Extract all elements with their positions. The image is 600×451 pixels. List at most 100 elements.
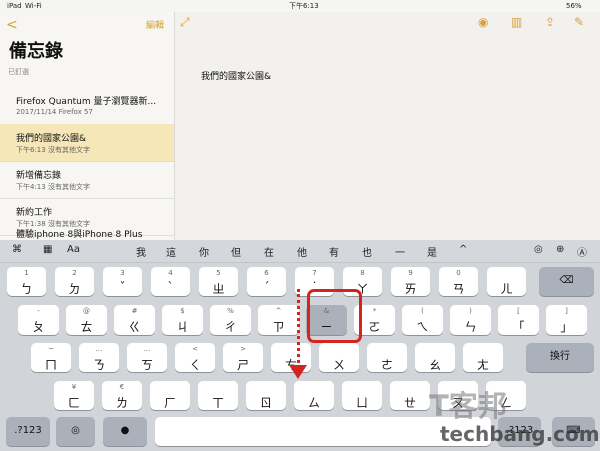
- key-secondary-label: %: [227, 307, 234, 315]
- command-icon[interactable]: ⌘: [12, 244, 22, 255]
- delete-key[interactable]: ⌫: [539, 267, 594, 296]
- note-subtitle: 下午6:13 沒有其他文字: [16, 146, 90, 154]
- candidate-word[interactable]: 一: [395, 244, 405, 259]
- key-label: ˋ: [167, 280, 174, 294]
- note-item[interactable]: 體驗iphone 8與iPhone 8 Plus: [0, 225, 174, 240]
- key-secondary-label: 1: [24, 269, 29, 277]
- zhuyin-key[interactable]: 2ㄉ: [55, 267, 94, 296]
- candidate-word[interactable]: 他: [297, 244, 307, 259]
- note-item-selected[interactable]: 我們的國家公園& 下午6:13 沒有其他文字: [0, 124, 174, 162]
- zhuyin-key[interactable]: ㄏ: [150, 381, 190, 410]
- zhuyin-key[interactable]: … ㄋ: [79, 343, 119, 372]
- plus-icon[interactable]: ⊕: [556, 244, 564, 255]
- key-label: ㄞ: [404, 282, 417, 296]
- trash-icon[interactable]: ▥: [511, 15, 522, 29]
- fullscreen-icon[interactable]: ⤢: [180, 15, 190, 30]
- zhuyin-key[interactable]: -ㄆ: [18, 305, 59, 335]
- zhuyin-key[interactable]: € ㄌ: [102, 381, 142, 410]
- key-label: ㄋ: [92, 358, 105, 372]
- zhuyin-key[interactable]: ]」: [546, 305, 587, 335]
- zhuyin-key[interactable]: ㄜ: [367, 343, 407, 372]
- zhuyin-key[interactable]: [「: [498, 305, 539, 335]
- note-item[interactable]: Firefox Quantum 量子瀏覽器新... 2017/11/14 Fire…: [0, 87, 174, 125]
- text-style-button[interactable]: Aa: [67, 244, 80, 255]
- key-label: ㄅ: [20, 282, 33, 296]
- table-icon[interactable]: ▦: [43, 244, 52, 255]
- zhuyin-key[interactable]: ... ㄎ: [127, 343, 167, 372]
- zhuyin-key[interactable]: 0ㄢ: [439, 267, 478, 296]
- note-item[interactable]: 新增備忘錄 下午4:13 沒有其他文字: [0, 161, 174, 199]
- edit-button[interactable]: 編輯: [146, 18, 164, 31]
- zhuyin-key[interactable]: % ㄔ: [210, 305, 251, 335]
- zhuyin-key[interactable]: > ㄕ: [223, 343, 263, 372]
- numbers-switch-key[interactable]: .?123: [6, 417, 50, 446]
- zhuyin-key[interactable]: ㄙ: [294, 381, 334, 410]
- zhuyin-key[interactable]: 5ㄓ: [199, 267, 238, 296]
- key-label: ㄊ: [80, 320, 93, 334]
- note-title: 新約工作: [16, 208, 53, 218]
- zhuyin-key[interactable]: ㄠ: [415, 343, 455, 372]
- zhuyin-key[interactable]: ㄩ: [342, 381, 382, 410]
- key-secondary-label: 0: [456, 269, 461, 277]
- key-label: ㄖ: [259, 396, 272, 410]
- candidate-word[interactable]: 在: [264, 244, 274, 259]
- zhuyin-key[interactable]: ㄝ: [390, 381, 430, 410]
- note-editor[interactable]: ⤢ ◉ ▥ ⇪ ✎ 我們的國家公園&: [175, 12, 600, 240]
- zhuyin-key[interactable]: 3ˇ: [103, 267, 142, 296]
- key-label: ㄈ: [67, 396, 80, 410]
- page-title: 備忘錄: [9, 41, 63, 62]
- note-title: Firefox Quantum 量子瀏覽器新...: [16, 97, 157, 107]
- zhuyin-key[interactable]: @ ㄊ: [66, 305, 107, 335]
- note-text[interactable]: 我們的國家公園&: [201, 69, 271, 82]
- key-secondary-label: #: [131, 307, 138, 315]
- zhuyin-key[interactable]: ~ ㄇ: [31, 343, 71, 372]
- zhuyin-key[interactable]: ㄦ: [487, 267, 526, 296]
- candidate-word[interactable]: 這: [166, 244, 176, 259]
- zhuyin-key[interactable]: 4ˋ: [151, 267, 190, 296]
- globe-key[interactable]: ◎: [56, 417, 95, 446]
- candidate-word[interactable]: 我: [136, 244, 146, 259]
- status-time: 下午6:13: [289, 2, 319, 10]
- zhuyin-key[interactable]: ㄒ: [198, 381, 238, 410]
- markup-icon[interactable]: Ⓐ: [577, 244, 587, 259]
- key-label: ㄗ: [272, 320, 285, 334]
- zhuyin-key[interactable]: 1ㄅ: [7, 267, 46, 296]
- microphone-key[interactable]: ●: [103, 417, 147, 446]
- share-icon[interactable]: ⇪: [545, 15, 555, 29]
- key-secondary-label: 3: [120, 269, 125, 277]
- back-button[interactable]: <: [6, 17, 18, 33]
- zhuyin-key[interactable]: ) ㄣ: [450, 305, 491, 335]
- zhuyin-key[interactable]: ㄨ: [319, 343, 359, 372]
- zhuyin-key[interactable]: # ㄍ: [114, 305, 155, 335]
- expand-candidates-icon[interactable]: ^: [459, 244, 467, 255]
- candidate-word[interactable]: 也: [362, 244, 372, 259]
- zhuyin-key[interactable]: ㄖ: [246, 381, 286, 410]
- keyboard-toolbar: ⌘ ▦ Aa 我 這 你 但 在 他 有 也 一 是 ^ ◎ ⊕ Ⓐ: [0, 240, 600, 263]
- candidate-word[interactable]: 你: [199, 244, 209, 259]
- candidate-word[interactable]: 是: [427, 244, 437, 259]
- zhuyin-key[interactable]: 6ˊ: [247, 267, 286, 296]
- zhuyin-key[interactable]: ㄤ: [463, 343, 503, 372]
- candidate-word[interactable]: 但: [231, 244, 241, 259]
- status-bar: iPad Wi-Fi 下午6:13 56%: [0, 0, 600, 12]
- watermark-logo: T客邦: [429, 389, 507, 423]
- zhuyin-key[interactable]: < ㄑ: [175, 343, 215, 372]
- note-title: 新增備忘錄: [16, 171, 62, 181]
- share-user-icon[interactable]: ◉: [478, 15, 488, 29]
- compose-icon[interactable]: ✎: [574, 15, 584, 29]
- key-label: ˇ: [119, 280, 126, 294]
- note-title: 我們的國家公園&: [16, 134, 87, 144]
- zhuyin-key[interactable]: (ㄟ: [402, 305, 443, 335]
- key-label: ㄢ: [452, 282, 465, 296]
- key-label: ㄆ: [32, 320, 45, 334]
- candidate-word[interactable]: 有: [329, 244, 339, 259]
- return-key[interactable]: 換行: [526, 343, 594, 372]
- zhuyin-key[interactable]: ¥ ㄈ: [54, 381, 94, 410]
- check-icon[interactable]: ◎: [534, 244, 543, 255]
- zhuyin-key[interactable]: ^ ㄗ: [258, 305, 299, 335]
- zhuyin-key[interactable]: $ ㄐ: [162, 305, 203, 335]
- key-label: ㄐ: [176, 320, 189, 334]
- zhuyin-key[interactable]: 9ㄞ: [391, 267, 430, 296]
- key-label: ㄩ: [355, 396, 368, 410]
- key-label: ㄝ: [403, 396, 416, 410]
